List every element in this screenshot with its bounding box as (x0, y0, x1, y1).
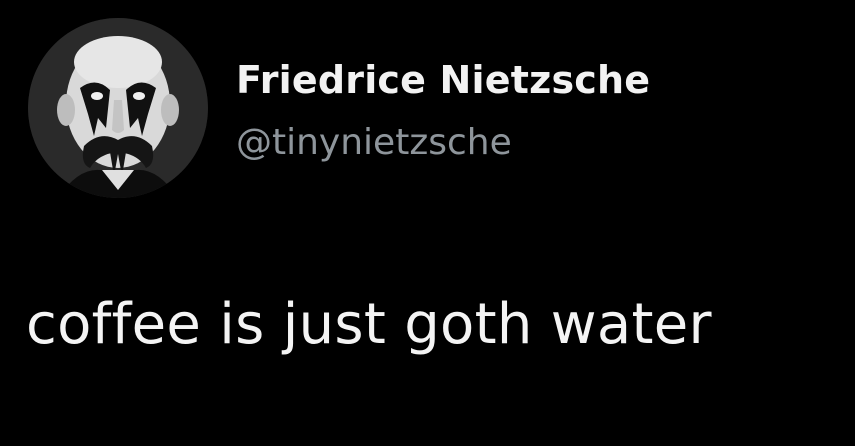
tweet-text: coffee is just goth water (26, 292, 712, 357)
author-handle[interactable]: @tinynietzsche (236, 122, 512, 163)
tweet-card: Friedrice Nietzsche @tinynietzsche coffe… (0, 0, 855, 446)
avatar-portrait-icon (28, 18, 208, 198)
author-display-name[interactable]: Friedrice Nietzsche (236, 58, 650, 102)
avatar[interactable] (28, 18, 208, 198)
